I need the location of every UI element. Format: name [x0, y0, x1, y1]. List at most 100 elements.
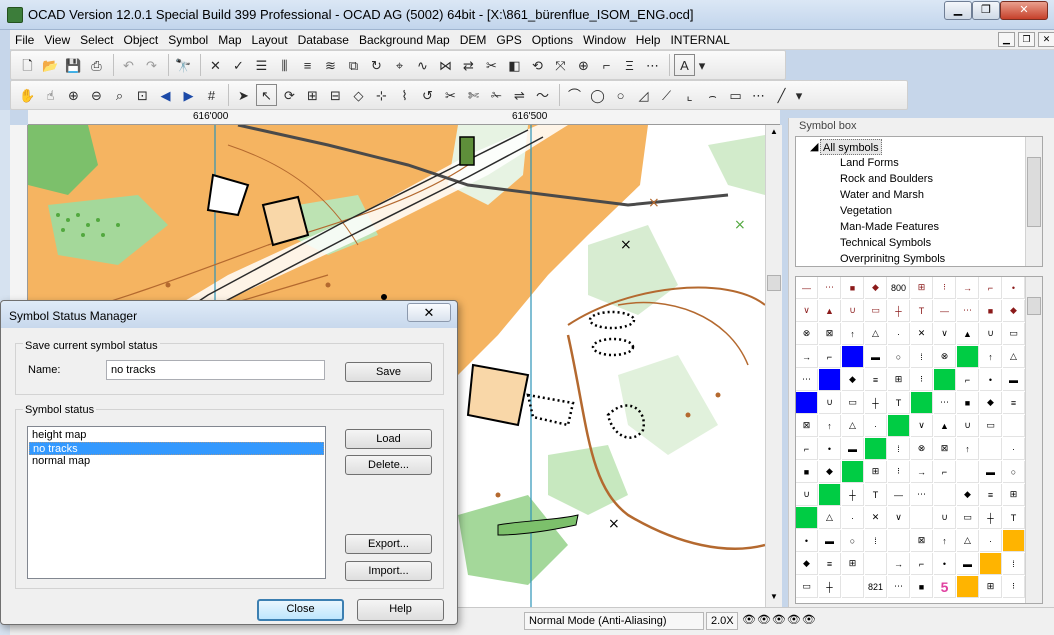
freehand-icon[interactable]: 〜 [532, 84, 553, 106]
symbol-cell[interactable]: ┼ [980, 507, 1002, 529]
symbol-cell[interactable]: ⁞ [1003, 553, 1025, 575]
symbol-cell[interactable]: ◆ [1003, 300, 1025, 322]
symbol-cell[interactable]: ○ [888, 346, 910, 368]
symbol-cell[interactable]: ┼ [842, 484, 864, 506]
delete-button[interactable]: Delete... [345, 455, 432, 475]
symbol-cell[interactable]: • [934, 553, 956, 575]
symbol-cell[interactable]: ◆ [980, 392, 1002, 414]
symbol-cell[interactable]: ⊠ [934, 438, 956, 460]
rotate-object-icon[interactable]: ⟳ [279, 84, 300, 106]
tree-item-land-forms[interactable]: Land Forms [840, 155, 899, 171]
symbol-cell[interactable]: → [796, 346, 818, 368]
zoom-window-icon[interactable]: ⌕ [109, 84, 130, 106]
new-file-icon[interactable]: 🗋 [17, 54, 38, 76]
ellipse-mode-icon[interactable]: ◯ [587, 84, 608, 106]
symbol-grid-scrollbar[interactable] [1025, 277, 1042, 603]
symbol-cell[interactable] [957, 461, 979, 483]
symbol-cell[interactable]: ▬ [1003, 369, 1025, 391]
symbol-cell[interactable]: ⌐ [911, 553, 933, 575]
map-scroll-thumb[interactable] [767, 275, 781, 291]
layers-icon[interactable]: ⧉ [343, 54, 364, 76]
symbol-cell[interactable]: ⊗ [934, 346, 956, 368]
symbol-cell[interactable]: ◆ [957, 484, 979, 506]
text-edit-icon[interactable]: Ξ [619, 54, 640, 76]
symbol-cell[interactable]: → [888, 553, 910, 575]
edit-object-cursor-icon[interactable]: ➤ [233, 84, 254, 106]
rotate-icon[interactable]: ↺ [417, 84, 438, 106]
symbol-cell[interactable]: ▬ [865, 346, 887, 368]
symbol-cell[interactable]: ⁝ [934, 277, 956, 299]
symbol-cell[interactable]: ↑ [842, 323, 864, 345]
symbol-cell[interactable]: ▭ [1003, 323, 1025, 345]
symbol-cell[interactable]: T [911, 300, 933, 322]
symbol-cell[interactable]: △ [819, 507, 841, 529]
symbol-cell[interactable]: ≡ [980, 484, 1002, 506]
list-item-selected[interactable]: no tracks [29, 442, 324, 455]
symbol-cell[interactable] [796, 507, 818, 529]
tree-item-technical-symbols[interactable]: Technical Symbols [840, 235, 931, 251]
symbol-cell[interactable]: ⊞ [865, 461, 887, 483]
doc-close-button[interactable]: ✕ [1038, 32, 1054, 47]
menu-background-map[interactable]: Background Map [354, 30, 455, 50]
symbol-cell[interactable]: △ [1003, 346, 1025, 368]
menu-window[interactable]: Window [578, 30, 631, 50]
symbol-cell[interactable]: ⁝ [911, 369, 933, 391]
check-icon[interactable]: ✓ [228, 54, 249, 76]
print-icon[interactable]: ⎙ [86, 54, 107, 76]
close-button[interactable]: Close [257, 599, 344, 621]
symbol-cell[interactable]: ⋯ [911, 484, 933, 506]
tree-item-rock-and-boulders[interactable]: Rock and Boulders [840, 171, 933, 187]
symbol-cell[interactable]: — [888, 484, 910, 506]
symbol-cell[interactable]: ∨ [796, 300, 818, 322]
symbol-cell[interactable] [1003, 415, 1025, 437]
symbol-cell[interactable]: ▬ [819, 530, 841, 552]
tree-scroll-thumb[interactable] [1027, 157, 1041, 227]
export-button[interactable]: Export... [345, 534, 432, 554]
symbol-cell[interactable]: • [796, 530, 818, 552]
menu-view[interactable]: View [39, 30, 75, 50]
symbol-cell[interactable]: ⋯ [934, 392, 956, 414]
import-button[interactable]: Import... [345, 561, 432, 581]
convert-icon[interactable]: ⟲ [527, 54, 548, 76]
symbol-cell[interactable]: — [934, 300, 956, 322]
symbol-cell[interactable] [980, 553, 1002, 575]
symbol-cell[interactable] [796, 392, 818, 414]
symbol-cell[interactable] [911, 507, 933, 529]
symbol-cell[interactable]: ▭ [980, 415, 1002, 437]
align-icon[interactable]: ☰ [251, 54, 272, 76]
symbol-cell[interactable]: ▭ [865, 300, 887, 322]
symbol-cell[interactable] [888, 530, 910, 552]
menu-options[interactable]: Options [527, 30, 578, 50]
doc-minimize-button[interactable]: ▁ [998, 32, 1015, 47]
ocad-app-icon[interactable] [7, 7, 23, 23]
symbol-cell[interactable]: ⌐ [980, 277, 1002, 299]
grid-scroll-thumb[interactable] [1027, 297, 1041, 315]
menu-map[interactable]: Map [213, 30, 246, 50]
distribute-icon[interactable]: ⫼ [274, 54, 295, 76]
grid-icon[interactable]: # [201, 84, 222, 106]
save-file-icon[interactable]: 💾 [63, 54, 84, 76]
menu-dem[interactable]: DEM [455, 30, 492, 50]
doc-restore-button[interactable]: ❐ [1018, 32, 1035, 47]
rotate-symbol-icon[interactable]: ↻ [366, 54, 387, 76]
tree-item-all-symbols[interactable]: All symbols [820, 139, 882, 155]
corner-point-icon[interactable]: ◇ [348, 84, 369, 106]
symbol-cell[interactable]: ∨ [934, 323, 956, 345]
minimize-button[interactable]: ▁ [944, 1, 972, 20]
menu-database[interactable]: Database [293, 30, 354, 50]
map-vertical-scrollbar[interactable]: ▲ ▼ [765, 125, 782, 607]
symbol-cell[interactable]: ∪ [980, 323, 1002, 345]
symbol-cell[interactable]: ⊗ [911, 438, 933, 460]
merge-icon[interactable]: ⊕ [573, 54, 594, 76]
symbol-cell[interactable] [842, 576, 864, 598]
symbol-cell[interactable]: ≡ [1003, 392, 1025, 414]
toolbar-overflow-icon[interactable]: ▾ [697, 54, 707, 76]
hatch-icon[interactable]: ≡ [297, 54, 318, 76]
symbol-cell[interactable] [980, 438, 1002, 460]
symbol-cell[interactable]: ▲ [957, 323, 979, 345]
find-icon[interactable]: 🔭 [173, 54, 194, 76]
symbol-cell[interactable]: ⁞ [911, 346, 933, 368]
symbol-cell[interactable]: ↑ [957, 438, 979, 460]
symbol-cell[interactable]: ⌐ [819, 346, 841, 368]
symbol-cell[interactable] [934, 369, 956, 391]
